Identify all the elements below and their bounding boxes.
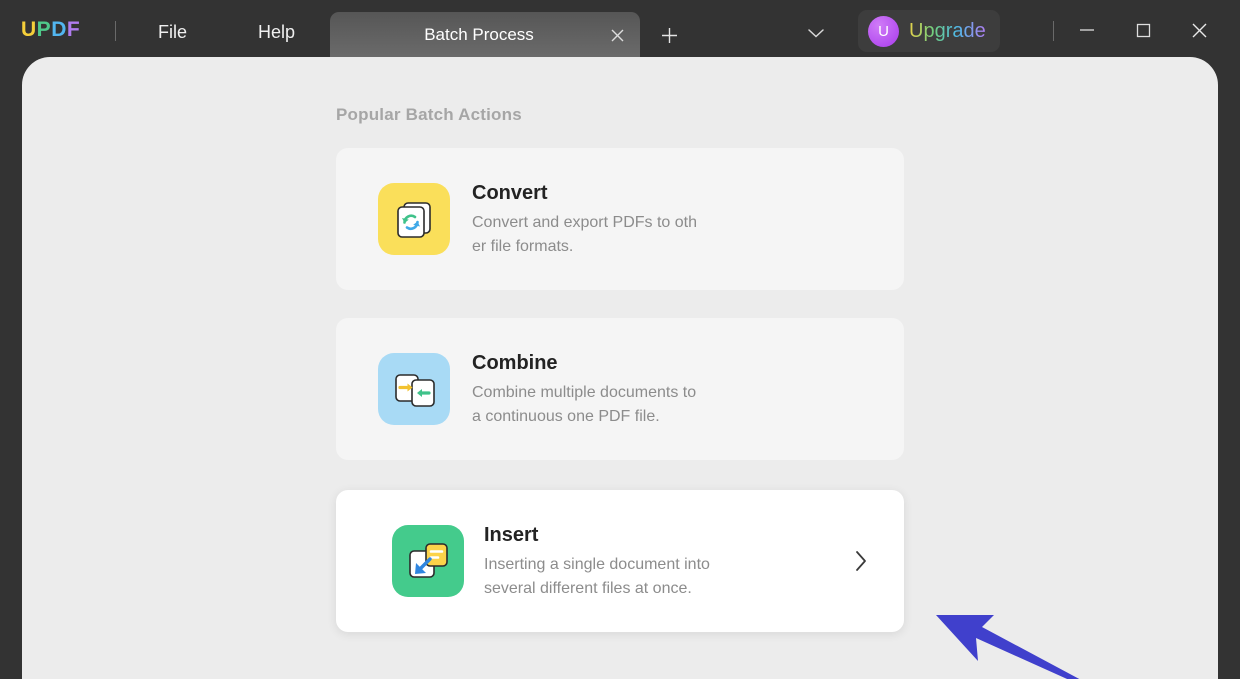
card-body: Convert Convert and export PDFs to oth e… <box>472 180 697 259</box>
tab-close-icon[interactable] <box>600 18 634 52</box>
convert-icon <box>378 183 450 255</box>
card-insert[interactable]: Insert Inserting a single document into … <box>336 490 904 632</box>
card-title: Combine <box>472 351 558 374</box>
card-body: Insert Inserting a single document into … <box>484 522 710 601</box>
minimize-icon[interactable] <box>1068 12 1106 48</box>
title-bar: UPDF File Help Batch Process U Upgrade <box>0 0 1240 58</box>
card-title: Convert <box>472 181 548 204</box>
card-description: Combine multiple documents to a continuo… <box>472 381 696 429</box>
menu-file[interactable]: File <box>152 18 193 46</box>
card-combine[interactable]: Combine Combine multiple documents to a … <box>336 318 904 460</box>
tab-label: Batch Process <box>424 25 534 44</box>
card-description-line2: a continuous one PDF file. <box>472 407 660 425</box>
logo-letter-f: F <box>66 18 81 41</box>
menu-help[interactable]: Help <box>252 18 301 46</box>
upgrade-label: Upgrade <box>909 20 986 42</box>
combine-icon <box>378 353 450 425</box>
card-title: Insert <box>484 523 539 546</box>
tab-batch-process[interactable]: Batch Process <box>330 12 640 58</box>
card-convert[interactable]: Convert Convert and export PDFs to oth e… <box>336 148 904 290</box>
new-tab-icon[interactable] <box>652 20 686 50</box>
logo-letter-d: D <box>51 18 67 41</box>
chevron-right-icon[interactable] <box>850 550 872 572</box>
updf-window: UPDF File Help Batch Process U Upgrade P… <box>0 0 1240 679</box>
divider-right <box>1053 21 1054 41</box>
upgrade-button[interactable]: U Upgrade <box>858 10 1000 52</box>
logo-letter-u: U <box>21 18 37 41</box>
card-body: Combine Combine multiple documents to a … <box>472 350 696 429</box>
content-panel: Popular Batch Actions Convert Convert an… <box>22 57 1218 679</box>
maximize-icon[interactable] <box>1124 12 1162 48</box>
card-description-line2: er file formats. <box>472 237 574 255</box>
card-description-line1: Convert and export PDFs to oth <box>472 213 697 231</box>
insert-icon <box>392 525 464 597</box>
divider-left <box>115 21 116 41</box>
card-description: Convert and export PDFs to oth er file f… <box>472 211 697 259</box>
updf-logo: UPDF <box>21 18 80 42</box>
close-icon[interactable] <box>1180 12 1218 48</box>
card-description-line1: Inserting a single document into <box>484 555 710 573</box>
avatar: U <box>868 15 899 47</box>
logo-letter-p: P <box>36 18 52 41</box>
page-title: Popular Batch Actions <box>336 105 522 124</box>
mouse-cursor-arrow <box>936 615 1080 679</box>
card-description-line2: several different files at once. <box>484 579 692 597</box>
card-description: Inserting a single document into several… <box>484 553 710 601</box>
chevron-down-icon[interactable] <box>798 18 834 48</box>
card-description-line1: Combine multiple documents to <box>472 383 697 401</box>
